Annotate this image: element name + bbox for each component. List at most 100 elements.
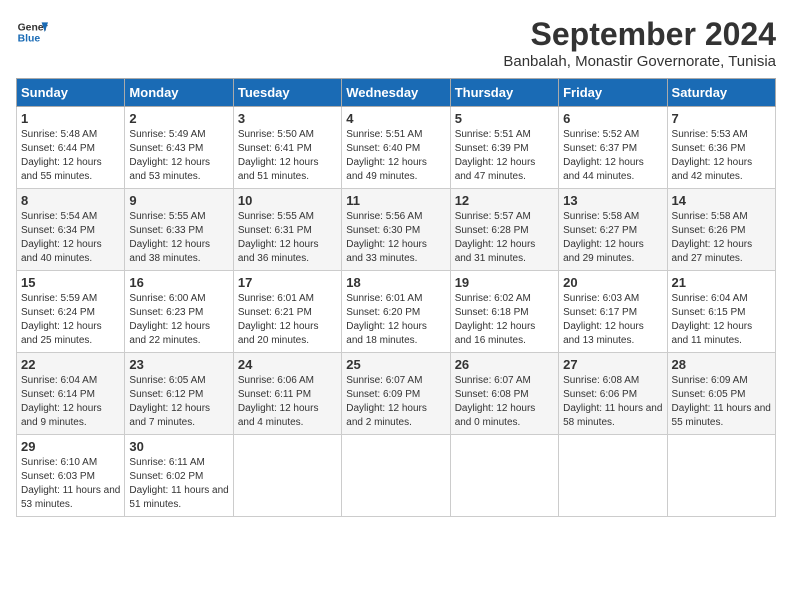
day-detail: Sunrise: 6:11 AM Sunset: 6:02 PM Dayligh… — [129, 456, 228, 512]
calendar-cell: 4 Sunrise: 5:51 AM Sunset: 6:40 PM Dayli… — [342, 107, 450, 189]
calendar-week-row: 1 Sunrise: 5:48 AM Sunset: 6:44 PM Dayli… — [17, 107, 776, 189]
calendar-cell: 3 Sunrise: 5:50 AM Sunset: 6:41 PM Dayli… — [233, 107, 341, 189]
calendar-cell: 8 Sunrise: 5:54 AM Sunset: 6:34 PM Dayli… — [17, 189, 125, 271]
day-detail: Sunrise: 5:49 AM Sunset: 6:43 PM Dayligh… — [129, 128, 228, 184]
calendar-cell: 25 Sunrise: 6:07 AM Sunset: 6:09 PM Dayl… — [342, 353, 450, 435]
day-number: 9 — [129, 193, 228, 208]
day-number: 29 — [21, 439, 120, 454]
day-detail: Sunrise: 6:05 AM Sunset: 6:12 PM Dayligh… — [129, 374, 228, 430]
calendar-cell: 7 Sunrise: 5:53 AM Sunset: 6:36 PM Dayli… — [667, 107, 775, 189]
calendar-cell: 26 Sunrise: 6:07 AM Sunset: 6:08 PM Dayl… — [450, 353, 558, 435]
calendar-cell: 21 Sunrise: 6:04 AM Sunset: 6:15 PM Dayl… — [667, 271, 775, 353]
day-detail: Sunrise: 6:03 AM Sunset: 6:17 PM Dayligh… — [563, 292, 662, 348]
day-number: 28 — [672, 357, 771, 372]
calendar-week-row: 29 Sunrise: 6:10 AM Sunset: 6:03 PM Dayl… — [17, 435, 776, 517]
logo: General Blue — [16, 16, 48, 48]
day-number: 12 — [455, 193, 554, 208]
calendar-cell: 17 Sunrise: 6:01 AM Sunset: 6:21 PM Dayl… — [233, 271, 341, 353]
day-header-wednesday: Wednesday — [342, 79, 450, 107]
calendar-cell: 1 Sunrise: 5:48 AM Sunset: 6:44 PM Dayli… — [17, 107, 125, 189]
day-detail: Sunrise: 6:07 AM Sunset: 6:08 PM Dayligh… — [455, 374, 554, 430]
calendar-cell — [559, 435, 667, 517]
calendar-cell: 22 Sunrise: 6:04 AM Sunset: 6:14 PM Dayl… — [17, 353, 125, 435]
day-number: 18 — [346, 275, 445, 290]
logo-icon: General Blue — [16, 16, 48, 48]
calendar-cell: 27 Sunrise: 6:08 AM Sunset: 6:06 PM Dayl… — [559, 353, 667, 435]
day-detail: Sunrise: 6:01 AM Sunset: 6:21 PM Dayligh… — [238, 292, 337, 348]
day-number: 3 — [238, 111, 337, 126]
day-number: 1 — [21, 111, 120, 126]
day-number: 15 — [21, 275, 120, 290]
title-block: September 2024 Banbalah, Monastir Govern… — [503, 16, 776, 70]
calendar-week-row: 22 Sunrise: 6:04 AM Sunset: 6:14 PM Dayl… — [17, 353, 776, 435]
day-detail: Sunrise: 5:51 AM Sunset: 6:40 PM Dayligh… — [346, 128, 445, 184]
day-number: 14 — [672, 193, 771, 208]
day-detail: Sunrise: 6:00 AM Sunset: 6:23 PM Dayligh… — [129, 292, 228, 348]
day-header-thursday: Thursday — [450, 79, 558, 107]
day-detail: Sunrise: 5:58 AM Sunset: 6:26 PM Dayligh… — [672, 210, 771, 266]
day-detail: Sunrise: 5:59 AM Sunset: 6:24 PM Dayligh… — [21, 292, 120, 348]
calendar-cell: 2 Sunrise: 5:49 AM Sunset: 6:43 PM Dayli… — [125, 107, 233, 189]
calendar-cell: 29 Sunrise: 6:10 AM Sunset: 6:03 PM Dayl… — [17, 435, 125, 517]
day-detail: Sunrise: 5:57 AM Sunset: 6:28 PM Dayligh… — [455, 210, 554, 266]
day-number: 24 — [238, 357, 337, 372]
day-number: 11 — [346, 193, 445, 208]
day-detail: Sunrise: 5:50 AM Sunset: 6:41 PM Dayligh… — [238, 128, 337, 184]
calendar-cell — [342, 435, 450, 517]
day-number: 2 — [129, 111, 228, 126]
day-detail: Sunrise: 5:55 AM Sunset: 6:33 PM Dayligh… — [129, 210, 228, 266]
day-number: 20 — [563, 275, 662, 290]
day-detail: Sunrise: 5:58 AM Sunset: 6:27 PM Dayligh… — [563, 210, 662, 266]
day-header-friday: Friday — [559, 79, 667, 107]
day-detail: Sunrise: 5:48 AM Sunset: 6:44 PM Dayligh… — [21, 128, 120, 184]
calendar-cell: 15 Sunrise: 5:59 AM Sunset: 6:24 PM Dayl… — [17, 271, 125, 353]
calendar-cell: 9 Sunrise: 5:55 AM Sunset: 6:33 PM Dayli… — [125, 189, 233, 271]
page-header: General Blue September 2024 Banbalah, Mo… — [16, 16, 776, 70]
day-number: 4 — [346, 111, 445, 126]
calendar-cell: 14 Sunrise: 5:58 AM Sunset: 6:26 PM Dayl… — [667, 189, 775, 271]
day-detail: Sunrise: 6:06 AM Sunset: 6:11 PM Dayligh… — [238, 374, 337, 430]
day-number: 7 — [672, 111, 771, 126]
day-detail: Sunrise: 6:10 AM Sunset: 6:03 PM Dayligh… — [21, 456, 120, 512]
calendar-table: SundayMondayTuesdayWednesdayThursdayFrid… — [16, 78, 776, 517]
calendar-cell — [667, 435, 775, 517]
day-header-saturday: Saturday — [667, 79, 775, 107]
calendar-week-row: 8 Sunrise: 5:54 AM Sunset: 6:34 PM Dayli… — [17, 189, 776, 271]
calendar-cell: 18 Sunrise: 6:01 AM Sunset: 6:20 PM Dayl… — [342, 271, 450, 353]
day-detail: Sunrise: 5:56 AM Sunset: 6:30 PM Dayligh… — [346, 210, 445, 266]
day-number: 13 — [563, 193, 662, 208]
location-title: Banbalah, Monastir Governorate, Tunisia — [503, 53, 776, 70]
svg-text:Blue: Blue — [18, 34, 41, 45]
day-header-sunday: Sunday — [17, 79, 125, 107]
calendar-cell: 12 Sunrise: 5:57 AM Sunset: 6:28 PM Dayl… — [450, 189, 558, 271]
calendar-cell — [450, 435, 558, 517]
day-detail: Sunrise: 6:04 AM Sunset: 6:15 PM Dayligh… — [672, 292, 771, 348]
day-detail: Sunrise: 5:51 AM Sunset: 6:39 PM Dayligh… — [455, 128, 554, 184]
calendar-week-row: 15 Sunrise: 5:59 AM Sunset: 6:24 PM Dayl… — [17, 271, 776, 353]
day-detail: Sunrise: 5:53 AM Sunset: 6:36 PM Dayligh… — [672, 128, 771, 184]
day-number: 23 — [129, 357, 228, 372]
calendar-cell: 13 Sunrise: 5:58 AM Sunset: 6:27 PM Dayl… — [559, 189, 667, 271]
day-number: 30 — [129, 439, 228, 454]
day-detail: Sunrise: 6:08 AM Sunset: 6:06 PM Dayligh… — [563, 374, 662, 430]
day-detail: Sunrise: 6:09 AM Sunset: 6:05 PM Dayligh… — [672, 374, 771, 430]
day-number: 6 — [563, 111, 662, 126]
calendar-cell: 20 Sunrise: 6:03 AM Sunset: 6:17 PM Dayl… — [559, 271, 667, 353]
day-number: 10 — [238, 193, 337, 208]
calendar-cell: 10 Sunrise: 5:55 AM Sunset: 6:31 PM Dayl… — [233, 189, 341, 271]
calendar-cell: 30 Sunrise: 6:11 AM Sunset: 6:02 PM Dayl… — [125, 435, 233, 517]
day-number: 21 — [672, 275, 771, 290]
day-detail: Sunrise: 5:52 AM Sunset: 6:37 PM Dayligh… — [563, 128, 662, 184]
day-number: 8 — [21, 193, 120, 208]
calendar-cell: 28 Sunrise: 6:09 AM Sunset: 6:05 PM Dayl… — [667, 353, 775, 435]
day-detail: Sunrise: 6:07 AM Sunset: 6:09 PM Dayligh… — [346, 374, 445, 430]
day-detail: Sunrise: 6:02 AM Sunset: 6:18 PM Dayligh… — [455, 292, 554, 348]
calendar-cell: 24 Sunrise: 6:06 AM Sunset: 6:11 PM Dayl… — [233, 353, 341, 435]
day-detail: Sunrise: 5:54 AM Sunset: 6:34 PM Dayligh… — [21, 210, 120, 266]
day-number: 27 — [563, 357, 662, 372]
calendar-header-row: SundayMondayTuesdayWednesdayThursdayFrid… — [17, 79, 776, 107]
month-title: September 2024 — [503, 16, 776, 53]
day-number: 25 — [346, 357, 445, 372]
day-number: 16 — [129, 275, 228, 290]
day-number: 22 — [21, 357, 120, 372]
